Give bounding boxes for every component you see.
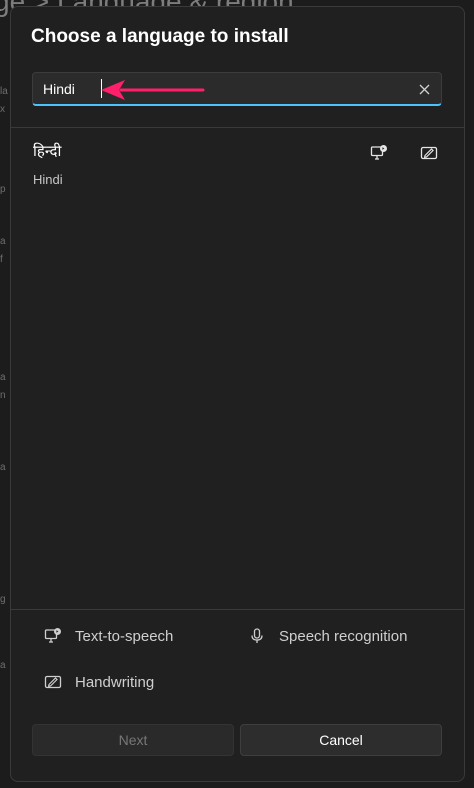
clear-search-button[interactable] — [413, 78, 435, 100]
legend-handwriting-label: Handwriting — [75, 673, 155, 691]
legend-text-to-speech-label: Text-to-speech — [75, 627, 174, 645]
backdrop-fragment: f — [0, 254, 3, 265]
legend-text-to-speech: Text-to-speech — [43, 626, 173, 646]
microphone-icon — [247, 626, 267, 646]
language-search-input[interactable] — [43, 79, 403, 99]
next-button[interactable]: Next — [32, 724, 234, 756]
handwriting-icon — [43, 672, 63, 692]
text-to-speech-icon — [368, 142, 390, 164]
language-install-dialog: Choose a language to install हिन्दी Hind… — [10, 6, 465, 782]
close-icon — [419, 84, 429, 94]
backdrop-fragment: la — [0, 86, 8, 97]
legend-speech-recognition: Speech recognition — [247, 626, 407, 646]
language-result-hindi[interactable]: हिन्दी Hindi — [11, 129, 464, 195]
results-list-empty-area — [11, 195, 464, 607]
backdrop-fragment: a — [0, 372, 6, 383]
backdrop-fragment: a — [0, 236, 6, 247]
cancel-button[interactable]: Cancel — [240, 724, 442, 756]
language-native-name: हिन्दी — [33, 142, 62, 160]
top-divider — [11, 127, 464, 128]
backdrop-fragment: x — [0, 104, 5, 115]
dialog-title: Choose a language to install — [31, 26, 289, 47]
language-english-name: Hindi — [33, 172, 63, 187]
bottom-divider — [11, 609, 464, 610]
backdrop-fragment: a — [0, 462, 6, 473]
legend-handwriting: Handwriting — [43, 672, 154, 692]
handwriting-icon — [418, 142, 440, 164]
backdrop-fragment: g — [0, 594, 6, 605]
text-to-speech-icon — [43, 626, 63, 646]
backdrop-fragment: a — [0, 660, 6, 671]
annotation-arrow — [101, 80, 205, 100]
backdrop-fragment: n — [0, 390, 6, 401]
legend-speech-recognition-label: Speech recognition — [279, 627, 408, 645]
language-search-box[interactable] — [32, 72, 442, 106]
backdrop-fragment: p — [0, 184, 6, 195]
